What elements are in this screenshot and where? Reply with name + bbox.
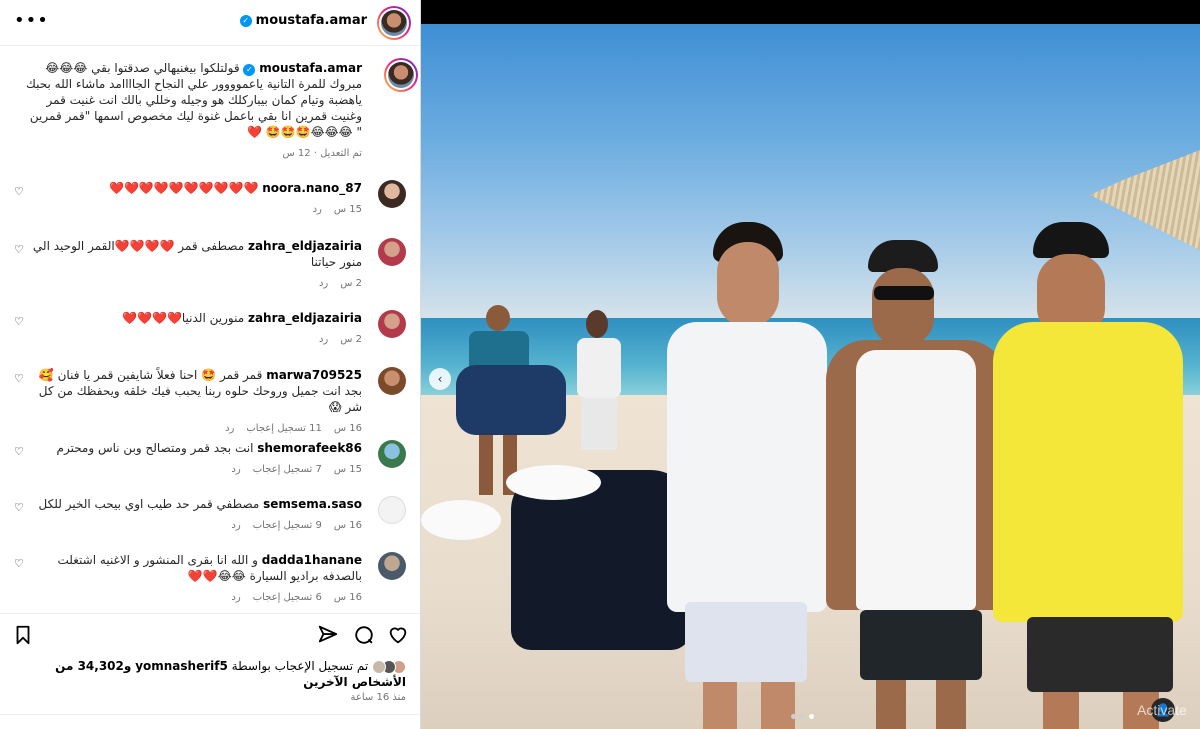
- save-bookmark-icon[interactable]: [12, 624, 34, 646]
- commenter-avatar[interactable]: [378, 238, 406, 266]
- liker-avatars[interactable]: [372, 659, 406, 674]
- comment-time: 16 س: [333, 423, 362, 434]
- carousel-dots: [791, 714, 814, 719]
- photo-person-white-shirt: [651, 222, 841, 729]
- caption-text: moustafa.amar ✓ قولتلكوا بيغنيهالي صدقتو…: [22, 60, 362, 140]
- comment-item: semsema.saso مصطفي قمر حد طيب اوي بيحب ا…: [8, 496, 408, 556]
- comment-item: zahra_eldjazairia منورين الدنيا❤️❤️❤️❤️ …: [8, 310, 408, 370]
- comment-item: shemorafeek86 انت بجد قمر ومتصالح وبن نا…: [8, 440, 408, 500]
- commenter-avatar[interactable]: [378, 496, 406, 524]
- comment-like-heart-icon[interactable]: ♡: [14, 558, 26, 570]
- like-heart-icon[interactable]: [387, 624, 409, 646]
- photo-person-yellow-shirt: [983, 222, 1188, 729]
- comment-username[interactable]: noora.nano_87: [262, 181, 362, 195]
- comment-like-heart-icon[interactable]: ♡: [14, 186, 26, 198]
- comment-text: منورين الدنيا❤️❤️❤️❤️: [122, 311, 245, 325]
- comment-username[interactable]: zahra_eldjazairia: [248, 311, 362, 325]
- comment-reply-button[interactable]: رد: [319, 276, 328, 292]
- commenter-avatar[interactable]: [378, 440, 406, 468]
- comment-text: ❤️❤️❤️❤️❤️❤️❤️❤️❤️❤️: [109, 181, 259, 195]
- verified-badge-icon: ✓: [239, 14, 252, 27]
- caption-meta: تم التعديل · 12 س: [282, 148, 362, 159]
- comment-username[interactable]: zahra_eldjazairia: [248, 239, 362, 253]
- photo-table: [506, 465, 601, 500]
- comment-time: 16 س: [333, 520, 362, 531]
- post-actions-bar: [0, 613, 420, 657]
- post-sidebar: ••• ✓ moustafa.amar moustafa.amar ✓ قولت…: [0, 0, 421, 729]
- comment-item: dadda1hanane و الله انا بقرى المنشور و ا…: [8, 552, 408, 612]
- comment-reply-button[interactable]: رد: [231, 462, 240, 478]
- share-send-icon[interactable]: [317, 624, 339, 646]
- previous-image-chevron-icon[interactable]: ‹: [429, 368, 451, 390]
- header-username-text[interactable]: moustafa.amar: [256, 13, 367, 28]
- comment-like-heart-icon[interactable]: ♡: [14, 244, 26, 256]
- comment-time: 16 س: [333, 592, 362, 603]
- comment-reply-button[interactable]: رد: [231, 590, 240, 606]
- comment-username[interactable]: marwa709525: [266, 368, 362, 382]
- header-username[interactable]: ✓ moustafa.amar: [239, 13, 367, 28]
- comment-likes-count[interactable]: 9 تسجيل إعجاب: [253, 518, 322, 534]
- comment-reply-button[interactable]: رد: [231, 518, 240, 534]
- commenter-avatar[interactable]: [378, 552, 406, 580]
- post-photo[interactable]: ‹ 👤 Activate: [421, 0, 1200, 729]
- photo-beanbag: [456, 365, 566, 435]
- comment-icon[interactable]: [353, 624, 375, 646]
- caption-avatar[interactable]: [384, 58, 418, 92]
- photo-top-bar: [421, 0, 1200, 24]
- comment-username[interactable]: semsema.saso: [263, 497, 362, 511]
- comment-likes-count[interactable]: 11 تسجيل إعجاب: [246, 421, 322, 437]
- comment-like-heart-icon[interactable]: ♡: [14, 373, 26, 385]
- comment-reply-button[interactable]: رد: [225, 421, 234, 437]
- comment-time: 15 س: [333, 204, 362, 215]
- commenter-avatar[interactable]: [378, 180, 406, 208]
- post-time[interactable]: منذ 16 ساعة: [351, 692, 406, 703]
- header-avatar[interactable]: [377, 6, 411, 40]
- comment-item: zahra_eldjazairia مصطفى قمر ❤️❤️❤️❤️القم…: [8, 238, 408, 298]
- comment-username[interactable]: shemorafeek86: [257, 441, 362, 455]
- comment-time: 2 س: [340, 278, 362, 289]
- comment-text: مصطفي قمر حد طيب اوي بيحب الخير للكل: [38, 497, 260, 511]
- comment-item: marwa709525 قمر قمر 🤩 احنا فعلاً شايفين …: [8, 367, 408, 434]
- post-caption: moustafa.amar ✓ قولتلكوا بيغنيهالي صدقتو…: [8, 58, 418, 160]
- comment-likes-count[interactable]: 6 تسجيل إعجاب: [253, 590, 322, 606]
- comment-text: انت بجد قمر ومتصالح وبن ناس ومحترم: [56, 441, 254, 455]
- more-options-icon[interactable]: •••: [14, 12, 49, 30]
- likes-summary: تم تسجيل الإعجاب بواسطة yomnasherif5 و34…: [6, 658, 406, 690]
- photo-bg-person: [571, 310, 626, 450]
- verified-badge-icon: ✓: [243, 64, 256, 76]
- comment-item: noora.nano_87 ❤️❤️❤️❤️❤️❤️❤️❤️❤️❤️ 15 س ر…: [8, 180, 408, 240]
- comment-likes-count[interactable]: 7 تسجيل إعجاب: [253, 462, 322, 478]
- comment-username[interactable]: dadda1hanane: [262, 553, 362, 567]
- likes-prefix: تم تسجيل الإعجاب بواسطة: [231, 659, 369, 673]
- caption-username[interactable]: moustafa.amar: [259, 61, 362, 75]
- comment-like-heart-icon[interactable]: ♡: [14, 316, 26, 328]
- likes-user[interactable]: yomnasherif5: [135, 659, 228, 673]
- comment-time: 2 س: [340, 334, 362, 345]
- comment-like-heart-icon[interactable]: ♡: [14, 502, 26, 514]
- commenter-avatar[interactable]: [378, 367, 406, 395]
- commenter-avatar[interactable]: [378, 310, 406, 338]
- photo-table: [421, 500, 501, 540]
- add-comment-area[interactable]: [0, 714, 420, 729]
- activate-watermark: Activate: [1137, 702, 1187, 718]
- photo-person-tank-top: [826, 240, 1006, 729]
- comment-reply-button[interactable]: رد: [313, 202, 322, 218]
- comment-time: 15 س: [333, 464, 362, 475]
- comment-like-heart-icon[interactable]: ♡: [14, 446, 26, 458]
- comment-reply-button[interactable]: رد: [319, 332, 328, 348]
- post-header: ••• ✓ moustafa.amar: [0, 0, 420, 46]
